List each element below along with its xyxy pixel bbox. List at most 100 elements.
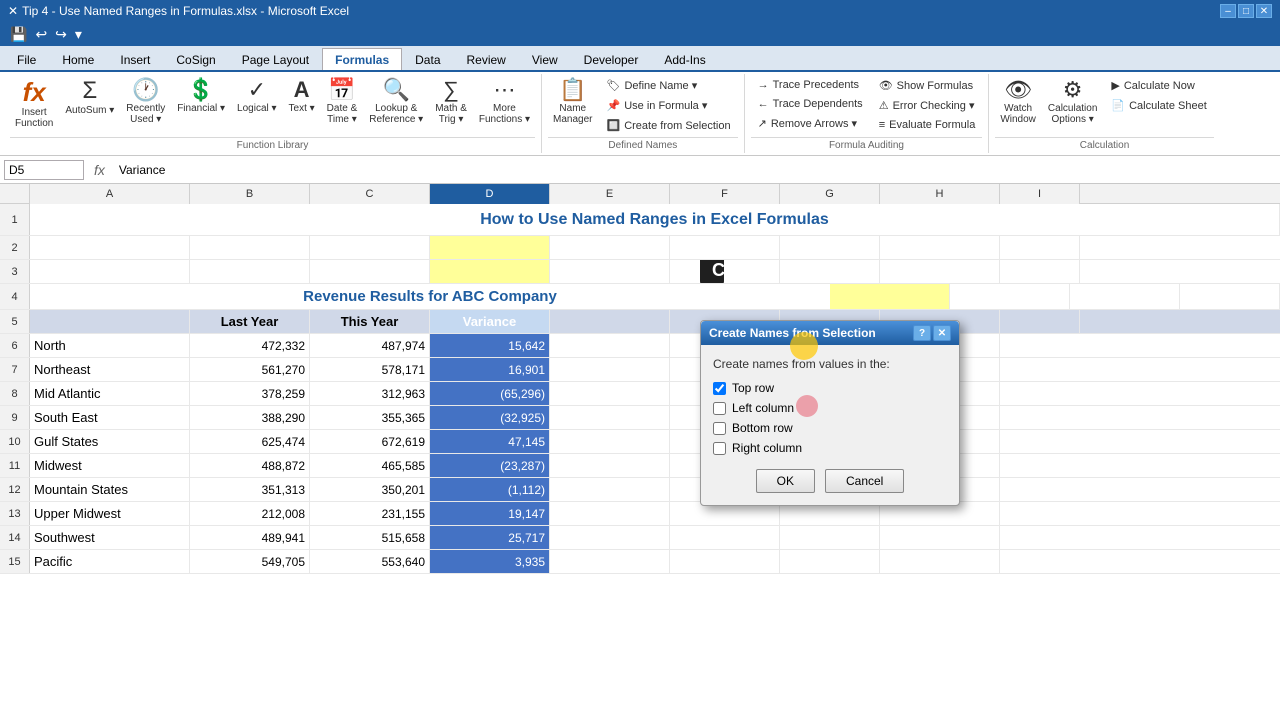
use-in-formula-btn[interactable]: 📌 Use in Formula ▾ [600, 96, 738, 115]
cell-c7[interactable]: 578,171 [310, 358, 430, 381]
cell-c12[interactable]: 350,201 [310, 478, 430, 501]
cell-h14[interactable] [880, 526, 1000, 549]
close-btn[interactable]: ✕ [1256, 4, 1272, 18]
cell-g4[interactable] [1180, 284, 1280, 309]
tab-file[interactable]: File [4, 48, 49, 70]
define-name-btn[interactable]: 🏷 Define Name ▾ [600, 76, 738, 95]
cell-d3[interactable] [430, 260, 550, 283]
checkbox-top-row-label[interactable]: Top row [732, 381, 774, 395]
cell-a5[interactable] [30, 310, 190, 333]
cell-g15[interactable] [780, 550, 880, 573]
autosum-btn[interactable]: Σ AutoSum ▾ [60, 76, 119, 119]
cell-a7[interactable]: Northeast [30, 358, 190, 381]
cell-h3[interactable] [880, 260, 1000, 283]
more-functions-btn[interactable]: ⋯ MoreFunctions ▾ [474, 76, 535, 128]
cell-a6[interactable]: North [30, 334, 190, 357]
dialog-cancel-btn[interactable]: Cancel [825, 469, 904, 493]
cell-f4[interactable] [1070, 284, 1180, 309]
cell-d14[interactable]: 25,717 [430, 526, 550, 549]
cell-c11[interactable]: 465,585 [310, 454, 430, 477]
col-header-a[interactable]: A [30, 184, 190, 204]
cell-f15[interactable] [670, 550, 780, 573]
cell-e13[interactable] [550, 502, 670, 525]
cell-a12[interactable]: Mountain States [30, 478, 190, 501]
tab-pagelayout[interactable]: Page Layout [229, 48, 322, 70]
cell-f3[interactable]: Ctrl + ~ [670, 260, 780, 283]
date-time-btn[interactable]: 📅 Date &Time ▾ [322, 76, 363, 128]
minimize-btn[interactable]: – [1220, 4, 1236, 18]
col-header-i[interactable]: I [1000, 184, 1080, 204]
remove-arrows-btn[interactable]: ↗ Remove Arrows ▾ [751, 114, 870, 133]
cell-a8[interactable]: Mid Atlantic [30, 382, 190, 405]
checkbox-right-col-label[interactable]: Right column [732, 441, 802, 455]
cell-c6[interactable]: 487,974 [310, 334, 430, 357]
tab-home[interactable]: Home [49, 48, 107, 70]
trace-precedents-btn[interactable]: → Trace Precedents [751, 76, 870, 94]
cell-d7[interactable]: 16,901 [430, 358, 550, 381]
cell-f14[interactable] [670, 526, 780, 549]
show-formulas-btn[interactable]: 👁 Show Formulas [872, 76, 983, 95]
cell-e11[interactable] [550, 454, 670, 477]
evaluate-formula-btn[interactable]: ≡ Evaluate Formula [872, 116, 983, 134]
calculate-sheet-btn[interactable]: 📄 Calculate Sheet [1104, 96, 1213, 115]
cell-d9[interactable]: (32,925) [430, 406, 550, 429]
qa-redo-btn[interactable]: ↪ [53, 26, 69, 43]
checkbox-top-row-input[interactable] [713, 382, 726, 395]
tab-cosign[interactable]: CoSign [163, 48, 228, 70]
col-header-d[interactable]: D [430, 184, 550, 204]
cell-d15[interactable]: 3,935 [430, 550, 550, 573]
cell-d12[interactable]: (1,112) [430, 478, 550, 501]
name-manager-btn[interactable]: 📋 NameManager [548, 76, 597, 128]
checkbox-left-col-label[interactable]: Left column [732, 401, 794, 415]
dialog-titlebar[interactable]: Create Names from Selection ? ✕ [701, 321, 959, 345]
cell-b5[interactable]: Last Year [190, 310, 310, 333]
cell-c9[interactable]: 355,365 [310, 406, 430, 429]
cell-b13[interactable]: 212,008 [190, 502, 310, 525]
calculate-now-btn[interactable]: ▶ Calculate Now [1104, 76, 1213, 95]
cell-d5[interactable]: Variance [430, 310, 550, 333]
cell-i5[interactable] [1000, 310, 1080, 333]
cell-c14[interactable]: 515,658 [310, 526, 430, 549]
recently-used-btn[interactable]: 🕐 RecentlyUsed ▾ [121, 76, 170, 128]
cell-b15[interactable]: 549,705 [190, 550, 310, 573]
tab-review[interactable]: Review [454, 48, 519, 70]
cell-c5[interactable]: This Year [310, 310, 430, 333]
cell-b14[interactable]: 489,941 [190, 526, 310, 549]
cell-c10[interactable]: 672,619 [310, 430, 430, 453]
cell-b8[interactable]: 378,259 [190, 382, 310, 405]
text-btn[interactable]: A Text ▾ [284, 76, 320, 117]
cell-b2[interactable] [190, 236, 310, 259]
checkbox-left-col-input[interactable] [713, 402, 726, 415]
checkbox-bottom-row-input[interactable] [713, 422, 726, 435]
title-cell[interactable]: How to Use Named Ranges in Excel Formula… [30, 204, 1280, 235]
cell-d11[interactable]: (23,287) [430, 454, 550, 477]
formula-input[interactable] [115, 161, 1276, 179]
cell-a15[interactable]: Pacific [30, 550, 190, 573]
financial-btn[interactable]: 💲 Financial ▾ [172, 76, 230, 117]
insert-function-btn[interactable]: fx InsertFunction [10, 76, 58, 132]
cell-g3[interactable] [780, 260, 880, 283]
cell-e14[interactable] [550, 526, 670, 549]
col-header-f[interactable]: F [670, 184, 780, 204]
cell-c2[interactable] [310, 236, 430, 259]
cell-b12[interactable]: 351,313 [190, 478, 310, 501]
cell-e2[interactable] [550, 236, 670, 259]
col-header-g[interactable]: G [780, 184, 880, 204]
maximize-btn[interactable]: □ [1238, 4, 1254, 18]
cell-a2[interactable] [30, 236, 190, 259]
cell-c15[interactable]: 553,640 [310, 550, 430, 573]
title-bar-controls[interactable]: – □ ✕ [1220, 4, 1272, 18]
cell-d6[interactable]: 15,642 [430, 334, 550, 357]
create-names-dialog[interactable]: Create Names from Selection ? ✕ Create n… [700, 320, 960, 506]
cell-e9[interactable] [550, 406, 670, 429]
cell-g2[interactable] [780, 236, 880, 259]
cell-e12[interactable] [550, 478, 670, 501]
cell-i2[interactable] [1000, 236, 1080, 259]
cell-a11[interactable]: Midwest [30, 454, 190, 477]
cell-e7[interactable] [550, 358, 670, 381]
cell-b9[interactable]: 388,290 [190, 406, 310, 429]
cell-b11[interactable]: 488,872 [190, 454, 310, 477]
tab-addins[interactable]: Add-Ins [651, 48, 718, 70]
cell-c13[interactable]: 231,155 [310, 502, 430, 525]
qa-more-btn[interactable]: ▾ [73, 26, 84, 43]
